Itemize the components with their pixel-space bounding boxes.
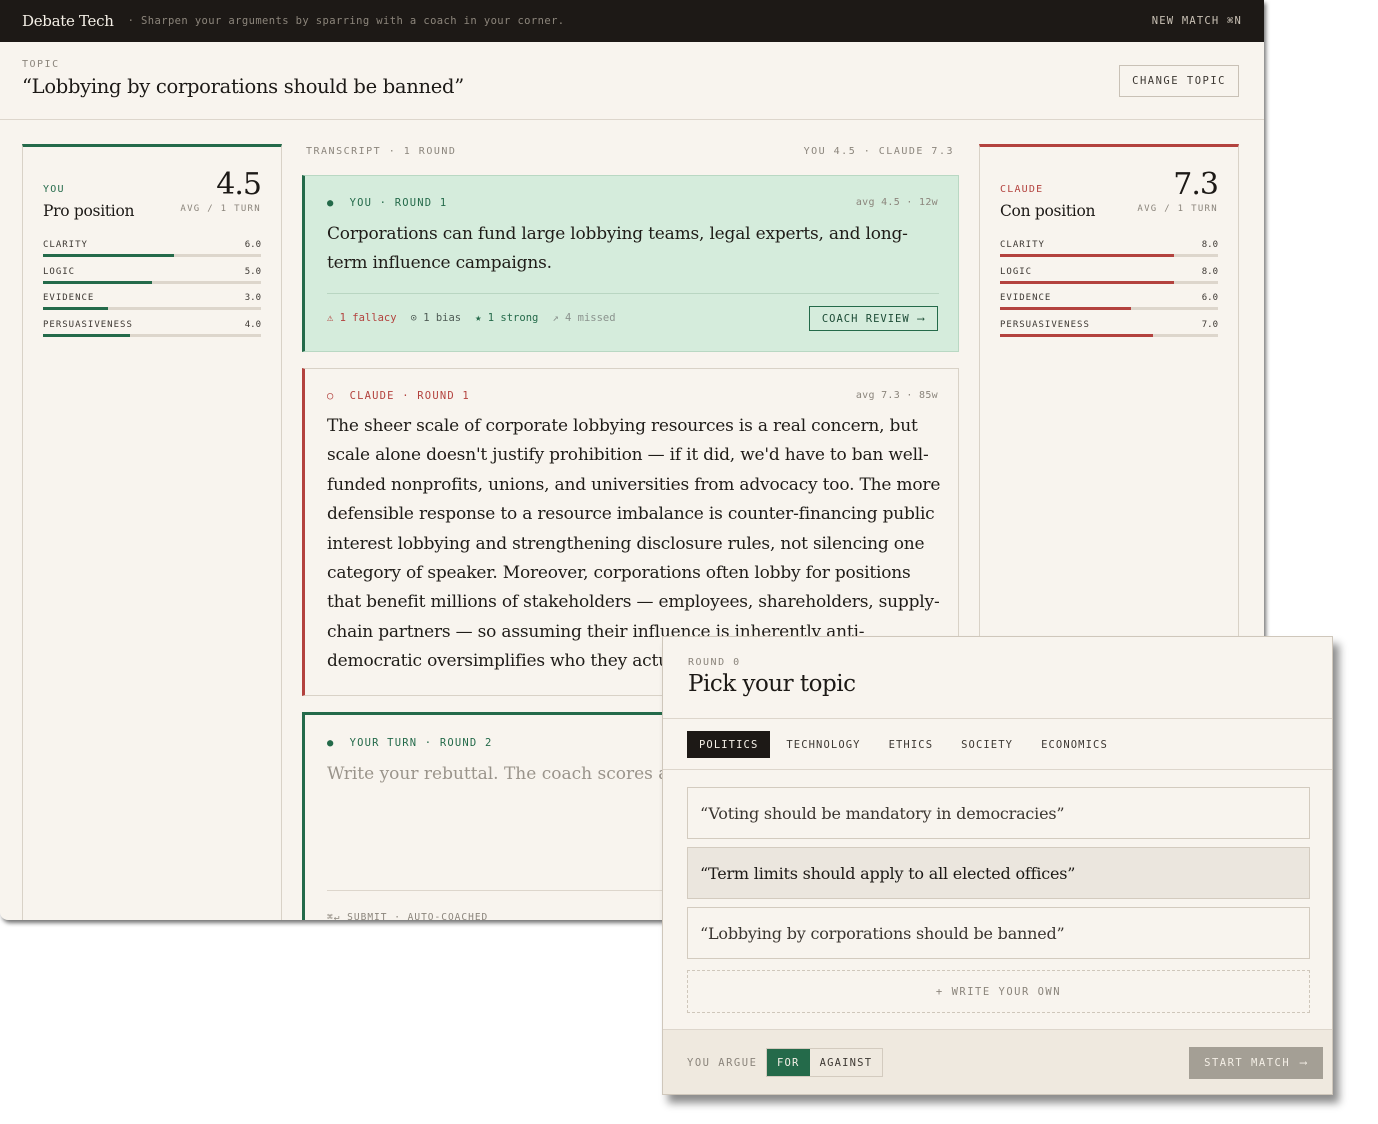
metric-value: 7.0	[1201, 320, 1218, 330]
picker-divider	[663, 718, 1332, 719]
rebuttal-header: ● YOUR TURN · ROUND 2	[327, 737, 493, 749]
metric-value: 8.0	[1201, 240, 1218, 250]
claude-turn-header: ○ CLAUDE · ROUND 1	[327, 390, 470, 402]
you-turn-analysis: ⚠ 1 fallacy ⊙ 1 bias ★ 1 strong ↗ 4 miss…	[327, 312, 616, 324]
claude-turn-marker: ○	[327, 390, 335, 402]
coach-review-button[interactable]: COACH REVIEW ⟶	[808, 306, 938, 331]
picker-footer: YOU ARGUE FOR AGAINST START MATCH ⟶	[663, 1029, 1332, 1094]
you-avg-label: AVG / 1 TURN	[180, 204, 261, 214]
metric-bar-fill	[43, 281, 152, 284]
you-turn-card: ● YOU · ROUND 1 avg 4.5 · 12w Corporatio…	[302, 175, 959, 352]
app-brand[interactable]: Debate Tech	[22, 12, 114, 30]
metric-bar-track	[43, 307, 261, 310]
metric-name: LOGIC	[43, 267, 76, 277]
rebuttal-label: YOUR TURN · ROUND 2	[349, 737, 493, 749]
rebuttal-marker: ●	[327, 737, 335, 749]
metric-name: EVIDENCE	[1000, 293, 1052, 303]
metric-bar-fill	[1000, 334, 1153, 337]
metric-name: CLARITY	[1000, 240, 1045, 250]
metric-bar-fill	[43, 334, 131, 337]
tab-ethics[interactable]: ETHICS	[877, 731, 946, 758]
metric-bar-track	[43, 281, 261, 284]
you-turn-text: Corporations can fund large lobbying tea…	[327, 224, 908, 274]
you-turn-divider	[327, 293, 939, 294]
topic-picker-modal: ROUND 0 Pick your topic POLITICS TECHNOL…	[662, 636, 1333, 1095]
metric-bar-track	[43, 254, 261, 257]
picker-title: Pick your topic	[688, 671, 856, 697]
transcript-score-summary: YOU 4.5 · CLAUDE 7.3	[803, 146, 954, 157]
side-toggle: FOR AGAINST	[766, 1048, 884, 1077]
topic-option[interactable]: “Term limits should apply to all elected…	[687, 847, 1310, 899]
you-score-panel: YOU Pro position 4.5 AVG / 1 TURN CLARIT…	[22, 144, 282, 920]
metric-value: 3.0	[244, 293, 261, 303]
metric-bar-track	[1000, 334, 1218, 337]
arrow-right-icon: ⟶	[917, 312, 925, 325]
metric-bar-fill	[1000, 281, 1175, 284]
metric-value: 6.0	[1201, 293, 1218, 303]
start-match-label: START MATCH	[1204, 1057, 1291, 1069]
transcript-header: TRANSCRIPT · 1 ROUND	[306, 146, 457, 157]
side-for-button[interactable]: FOR	[767, 1049, 810, 1076]
tab-politics[interactable]: POLITICS	[687, 731, 771, 758]
claude-role-label: CLAUDE	[1000, 184, 1044, 195]
you-turn-meta: avg 4.5 · 12w	[855, 197, 938, 208]
metric-bar-fill	[43, 254, 174, 257]
metric-name: CLARITY	[43, 240, 88, 250]
metric-name: LOGIC	[1000, 267, 1033, 277]
coach-review-label: COACH REVIEW	[821, 312, 910, 325]
picker-divider	[663, 769, 1332, 770]
metric-bar-track	[1000, 281, 1218, 284]
topic-option[interactable]: “Lobbying by corporations should be bann…	[687, 907, 1310, 959]
metric-value: 5.0	[244, 267, 261, 277]
claude-avg-label: AVG / 1 TURN	[1137, 204, 1218, 214]
start-match-button[interactable]: START MATCH ⟶	[1189, 1047, 1323, 1079]
category-tabs: POLITICS TECHNOLOGY ETHICS SOCIETY ECONO…	[687, 731, 1124, 758]
top-bar: Debate Tech · Sharpen your arguments by …	[0, 0, 1264, 42]
topic-bar: TOPIC “Lobbying by corporations should b…	[0, 42, 1264, 120]
you-argue-label: YOU ARGUE	[687, 1057, 758, 1069]
metric-value: 6.0	[244, 240, 261, 250]
claude-turn-meta: avg 7.3 · 85w	[855, 390, 938, 401]
metric-bar-track	[43, 334, 261, 337]
missed-tag[interactable]: ↗ 4 missed	[552, 312, 615, 324]
claude-turn-label: CLAUDE · ROUND 1	[349, 390, 470, 402]
metric-value: 4.0	[244, 320, 261, 330]
submit-hint: ⌘↵ SUBMIT · AUTO-COACHED	[327, 912, 489, 920]
you-role-label: YOU	[43, 184, 65, 195]
fallacy-tag[interactable]: ⚠ 1 fallacy	[327, 312, 397, 324]
strong-tag[interactable]: ★ 1 strong	[475, 312, 538, 324]
you-turn-label: YOU · ROUND 1	[349, 197, 448, 209]
metric-name: EVIDENCE	[43, 293, 95, 303]
arrow-right-icon: ⟶	[1300, 1057, 1308, 1069]
claude-position: Con position	[1000, 202, 1096, 220]
picker-round-label: ROUND 0	[688, 657, 741, 668]
metric-name: PERSUASIVENESS	[43, 320, 133, 330]
tab-society[interactable]: SOCIETY	[949, 731, 1025, 758]
you-score: 4.5	[216, 167, 262, 202]
you-turn-header: ● YOU · ROUND 1	[327, 197, 447, 209]
topic-label: TOPIC	[22, 59, 60, 70]
metric-bar-fill	[1000, 254, 1175, 257]
tab-technology[interactable]: TECHNOLOGY	[774, 731, 872, 758]
metric-value: 8.0	[1201, 267, 1218, 277]
change-topic-button[interactable]: CHANGE TOPIC	[1119, 65, 1239, 97]
metric-bar-fill	[43, 307, 109, 310]
topic-title: “Lobbying by corporations should be bann…	[22, 75, 464, 98]
tab-economics[interactable]: ECONOMICS	[1029, 731, 1120, 758]
write-your-own-button[interactable]: + WRITE YOUR OWN	[687, 970, 1310, 1013]
claude-score: 7.3	[1173, 167, 1219, 202]
metric-name: PERSUASIVENESS	[1000, 320, 1090, 330]
you-position: Pro position	[43, 202, 135, 220]
bias-tag[interactable]: ⊙ 1 bias	[411, 312, 462, 324]
topic-option[interactable]: “Voting should be mandatory in democraci…	[687, 787, 1310, 839]
you-turn-marker: ●	[327, 197, 335, 209]
side-against-button[interactable]: AGAINST	[810, 1049, 883, 1076]
new-match-button[interactable]: NEW MATCH ⌘N	[1152, 15, 1242, 27]
app-tagline: · Sharpen your arguments by sparring wit…	[127, 15, 565, 27]
metric-bar-track	[1000, 307, 1218, 310]
metric-bar-fill	[1000, 307, 1131, 310]
metric-bar-track	[1000, 254, 1218, 257]
